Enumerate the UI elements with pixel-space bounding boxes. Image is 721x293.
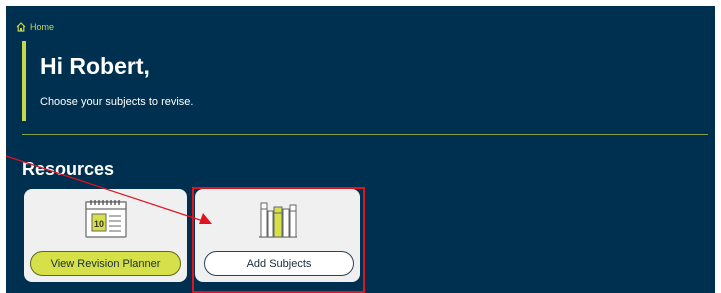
home-icon <box>16 22 26 32</box>
add-subjects-button[interactable]: Add Subjects <box>204 251 354 276</box>
view-revision-planner-button[interactable]: View Revision Planner <box>30 251 181 276</box>
greeting-title: Hi Robert, <box>40 53 150 79</box>
breadcrumb-home-label: Home <box>30 22 55 32</box>
resources-title: Resources <box>22 159 115 179</box>
add-subjects-card: Add Subjects <box>195 189 360 282</box>
greeting-block: Hi Robert, Choose your subjects to revis… <box>22 41 326 121</box>
calendar-icon: 10 <box>83 197 129 244</box>
svg-text:10: 10 <box>93 219 103 229</box>
divider <box>22 134 708 135</box>
greeting-subtitle: Choose your subjects to revise. <box>40 96 194 108</box>
revision-planner-card: 10 View Revision Planner <box>24 189 187 282</box>
books-icon <box>255 197 301 244</box>
breadcrumb-home[interactable]: Home <box>16 21 54 33</box>
